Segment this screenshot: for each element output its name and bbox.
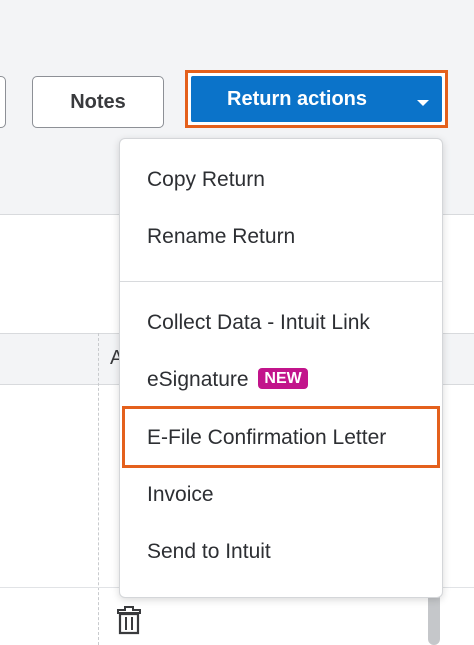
toolbar-button-partial[interactable] xyxy=(0,76,6,128)
return-actions-menu: Copy Return Rename Return Collect Data -… xyxy=(119,138,443,598)
menu-item-collect-data[interactable]: Collect Data - Intuit Link xyxy=(147,311,370,335)
return-actions-button[interactable]: Return actions xyxy=(191,76,442,122)
menu-item-esignature[interactable]: eSignature NEW xyxy=(147,368,308,392)
menu-divider xyxy=(120,281,442,282)
notes-button[interactable]: Notes xyxy=(32,76,164,128)
column-divider xyxy=(98,333,99,645)
menu-item-rename-return[interactable]: Rename Return xyxy=(147,225,295,249)
trash-icon[interactable] xyxy=(116,605,142,635)
menu-item-esignature-label: eSignature xyxy=(147,368,249,391)
new-badge: NEW xyxy=(258,368,308,389)
menu-item-copy-return[interactable]: Copy Return xyxy=(147,168,265,192)
chevron-down-icon[interactable] xyxy=(416,99,430,107)
notes-button-label: Notes xyxy=(70,90,126,113)
menu-item-send-to-intuit[interactable]: Send to Intuit xyxy=(147,540,271,564)
efile-highlight-box xyxy=(122,406,440,468)
menu-item-invoice[interactable]: Invoice xyxy=(147,483,214,507)
return-actions-label: Return actions xyxy=(227,87,368,110)
return-actions-highlight: Return actions xyxy=(185,70,448,128)
